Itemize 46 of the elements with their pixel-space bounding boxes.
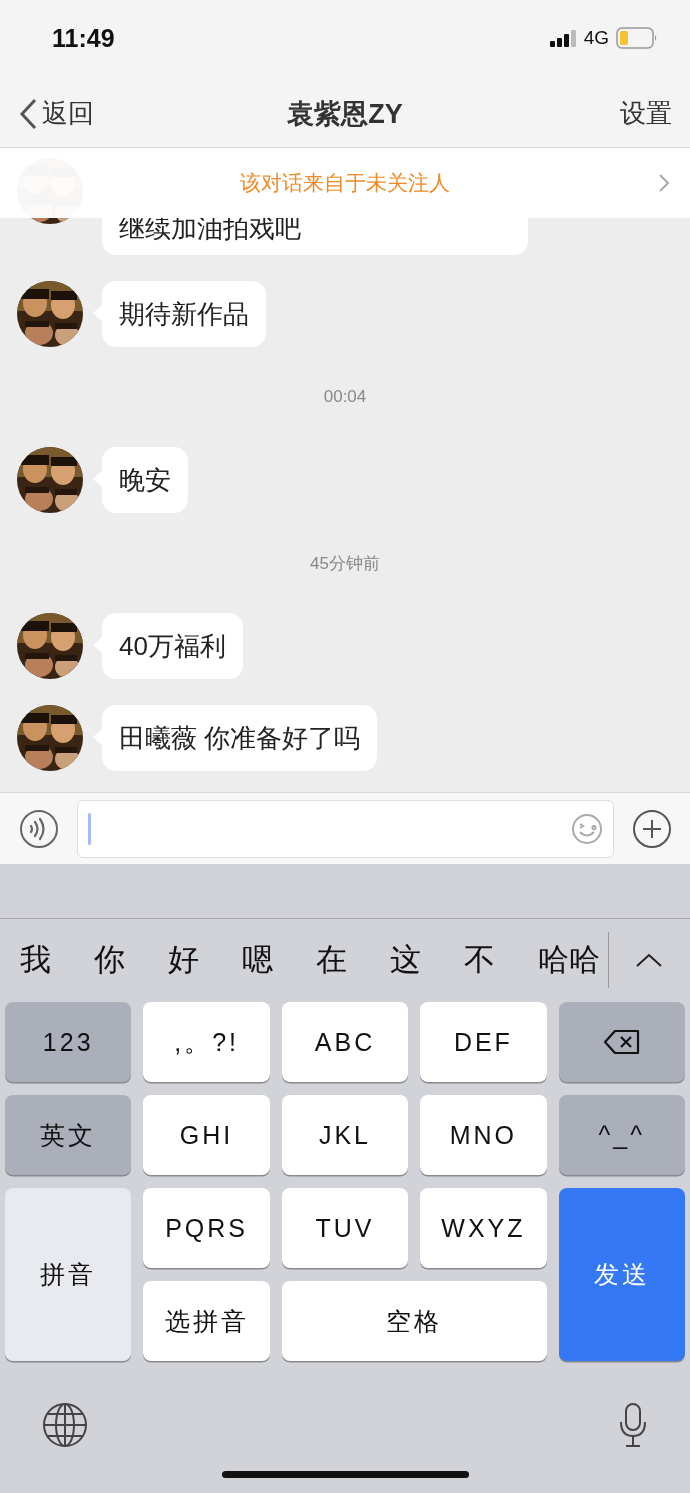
space-key[interactable]: 空格 bbox=[281, 1281, 547, 1361]
microphone-icon[interactable] bbox=[618, 1402, 648, 1448]
key[interactable]: JKL bbox=[281, 1095, 409, 1175]
function-key[interactable]: ^_^ bbox=[558, 1095, 685, 1175]
mode-key[interactable]: 拼音 bbox=[5, 1188, 132, 1361]
candidate-word[interactable]: 不 bbox=[464, 939, 495, 981]
chat-title: 袁紫恩ZY bbox=[287, 98, 403, 129]
key[interactable]: ABC bbox=[281, 1002, 409, 1082]
message-bubble: 晚安 bbox=[102, 447, 188, 513]
network-label: 4G bbox=[583, 27, 609, 49]
send-key[interactable]: 发送 bbox=[558, 1188, 685, 1361]
add-icon[interactable] bbox=[632, 808, 672, 849]
candidate-word[interactable]: 我 bbox=[20, 939, 51, 981]
message-bubble: 田曦薇 你准备好了吗 bbox=[102, 705, 378, 771]
delete-key[interactable] bbox=[558, 1002, 685, 1082]
battery-icon bbox=[616, 27, 658, 49]
back-chevron-icon bbox=[18, 97, 38, 130]
function-key[interactable]: 123 bbox=[5, 1002, 132, 1082]
backspace-icon bbox=[602, 1029, 641, 1055]
function-key[interactable]: 英文 bbox=[5, 1095, 132, 1175]
signal-icon bbox=[549, 29, 577, 47]
candidate-word[interactable]: 嗯 bbox=[242, 939, 273, 981]
timestamp: 45分钟前 bbox=[310, 552, 380, 575]
expand-up-icon[interactable] bbox=[635, 952, 663, 968]
key[interactable]: GHI bbox=[143, 1095, 270, 1175]
key[interactable]: PQRS bbox=[143, 1188, 270, 1268]
candidate-word[interactable]: 在 bbox=[316, 939, 347, 981]
globe-icon[interactable] bbox=[42, 1402, 88, 1448]
time: 11:49 bbox=[52, 23, 115, 53]
message-bubble: 期待新作品 bbox=[102, 281, 266, 347]
key[interactable]: 选拼音 bbox=[143, 1281, 270, 1361]
key[interactable]: DEF bbox=[420, 1002, 547, 1082]
candidate-word[interactable]: 你 bbox=[94, 939, 125, 981]
voice-icon[interactable] bbox=[19, 808, 59, 849]
key[interactable]: TUV bbox=[281, 1188, 409, 1268]
key[interactable]: WXYZ bbox=[420, 1188, 547, 1268]
message-bubble: 40万福利 bbox=[102, 613, 243, 679]
timestamp: 00:04 bbox=[323, 387, 367, 407]
key[interactable]: ,。?! bbox=[143, 1002, 270, 1082]
candidate-word[interactable]: 哈哈 bbox=[538, 939, 600, 981]
back-button[interactable]: 返回 bbox=[18, 96, 94, 131]
message-input-field[interactable] bbox=[77, 799, 614, 858]
candidate-word[interactable]: 好 bbox=[168, 939, 199, 981]
candidate-word[interactable]: 这 bbox=[390, 939, 421, 981]
key[interactable]: MNO bbox=[420, 1095, 547, 1175]
settings-button[interactable]: 设置 bbox=[620, 96, 672, 131]
